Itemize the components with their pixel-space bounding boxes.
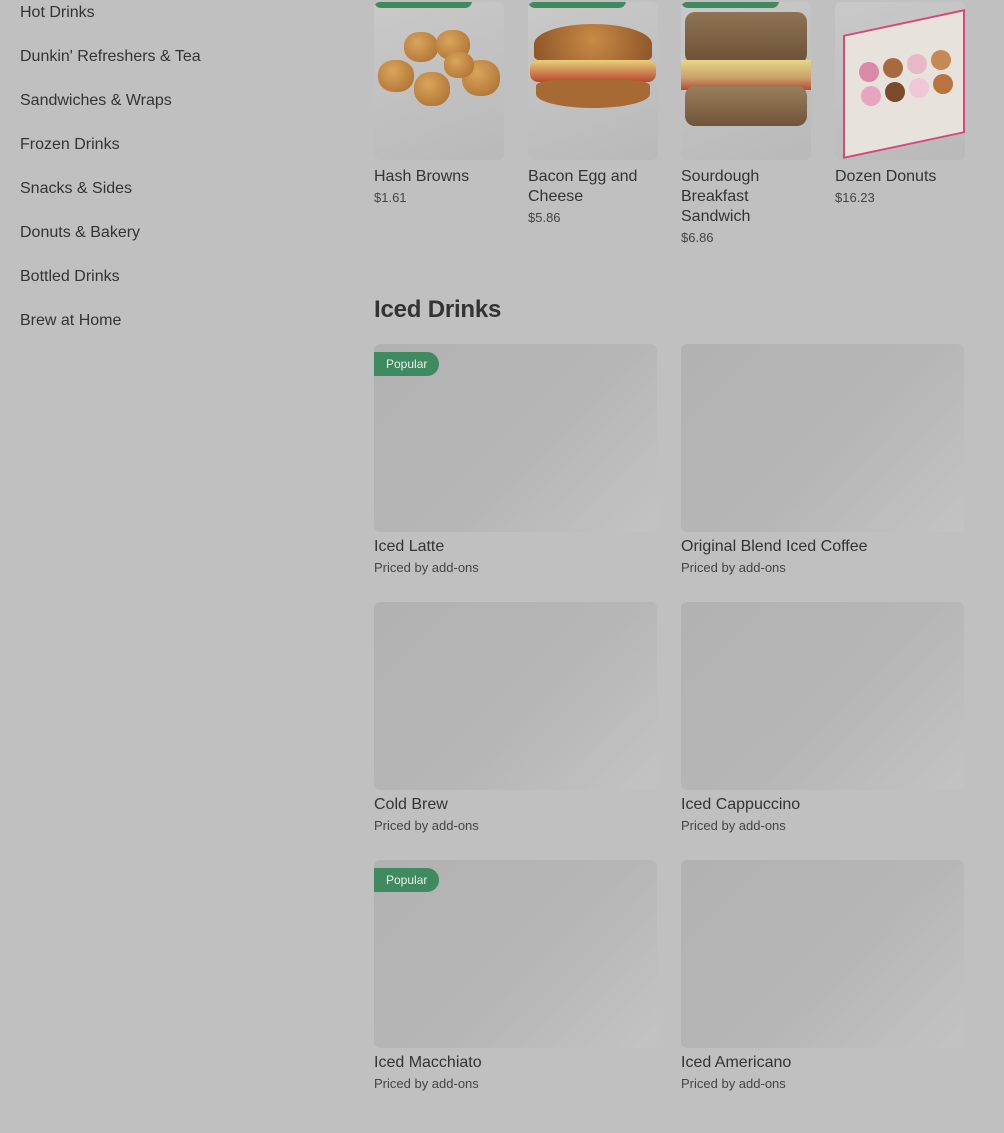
item-name: Bacon Egg and Cheese: [528, 168, 638, 205]
category-snacks-sides[interactable]: Snacks & Sides: [20, 180, 132, 198]
menu-item-iced-cappuccino[interactable]: Iced Cappuccino Priced by add-ons: [681, 602, 964, 833]
item-name: Iced Latte: [374, 538, 445, 555]
menu-item-dozen-donuts[interactable]: Dozen Donuts $16.23: [835, 2, 965, 205]
item-price: $6.86: [681, 230, 714, 245]
hash-browns-image: [374, 2, 504, 160]
menu-item-iced-latte[interactable]: Popular Iced Latte Priced by add-ons: [374, 344, 657, 575]
section-title-iced-drinks: Iced Drinks: [374, 296, 502, 323]
item-image: Popular: [374, 860, 657, 1048]
item-price: Priced by add-ons: [681, 560, 786, 575]
category-brew-at-home[interactable]: Brew at Home: [20, 312, 121, 330]
item-price: Priced by add-ons: [374, 818, 479, 833]
popular-badge: [374, 2, 472, 8]
category-refreshers-tea[interactable]: Dunkin' Refreshers & Tea: [20, 48, 201, 66]
menu-item-sourdough-sandwich[interactable]: Sourdough Breakfast Sandwich $6.86: [681, 2, 811, 245]
item-image: [681, 860, 964, 1048]
item-name: Iced Macchiato: [374, 1054, 482, 1071]
category-donuts-bakery[interactable]: Donuts & Bakery: [20, 224, 140, 242]
menu-item-iced-macchiato[interactable]: Popular Iced Macchiato Priced by add-ons: [374, 860, 657, 1091]
item-price: $16.23: [835, 190, 875, 205]
category-bottled-drinks[interactable]: Bottled Drinks: [20, 268, 120, 286]
popular-badge: Popular: [374, 352, 440, 376]
menu-item-original-blend-iced-coffee[interactable]: Original Blend Iced Coffee Priced by add…: [681, 344, 964, 575]
popular-badge: Popular: [374, 868, 440, 892]
menu-item-hash-browns[interactable]: Hash Browns $1.61: [374, 2, 504, 205]
menu-item-bacon-egg-cheese[interactable]: Bacon Egg and Cheese $5.86: [528, 2, 658, 225]
item-price: $5.86: [528, 210, 561, 225]
item-name: Iced Cappuccino: [681, 796, 801, 813]
popular-badge: [681, 2, 779, 8]
category-sandwiches-wraps[interactable]: Sandwiches & Wraps: [20, 92, 172, 110]
sourdough-sandwich-image: [681, 2, 811, 160]
menu-item-iced-americano[interactable]: Iced Americano Priced by add-ons: [681, 860, 964, 1091]
item-price: Priced by add-ons: [374, 560, 479, 575]
item-price: Priced by add-ons: [681, 1076, 786, 1091]
item-image: [681, 602, 964, 790]
bagel-sandwich-image: [528, 2, 658, 160]
item-name: Iced Americano: [681, 1054, 792, 1071]
item-price: Priced by add-ons: [374, 1076, 479, 1091]
item-name: Sourdough Breakfast Sandwich: [681, 168, 760, 225]
item-image: Popular: [374, 344, 657, 532]
item-name: Dozen Donuts: [835, 168, 937, 185]
menu-item-cold-brew[interactable]: Cold Brew Priced by add-ons: [374, 602, 657, 833]
item-image: [681, 344, 964, 532]
item-name: Hash Browns: [374, 168, 470, 185]
category-hot-drinks[interactable]: Hot Drinks: [20, 4, 95, 22]
item-name: Original Blend Iced Coffee: [681, 538, 868, 555]
donut-box-image: [835, 2, 965, 160]
item-price: $1.61: [374, 190, 407, 205]
popular-badge: [528, 2, 626, 8]
item-price: Priced by add-ons: [681, 818, 786, 833]
item-name: Cold Brew: [374, 796, 448, 813]
category-frozen-drinks[interactable]: Frozen Drinks: [20, 136, 120, 154]
item-image: [374, 602, 657, 790]
